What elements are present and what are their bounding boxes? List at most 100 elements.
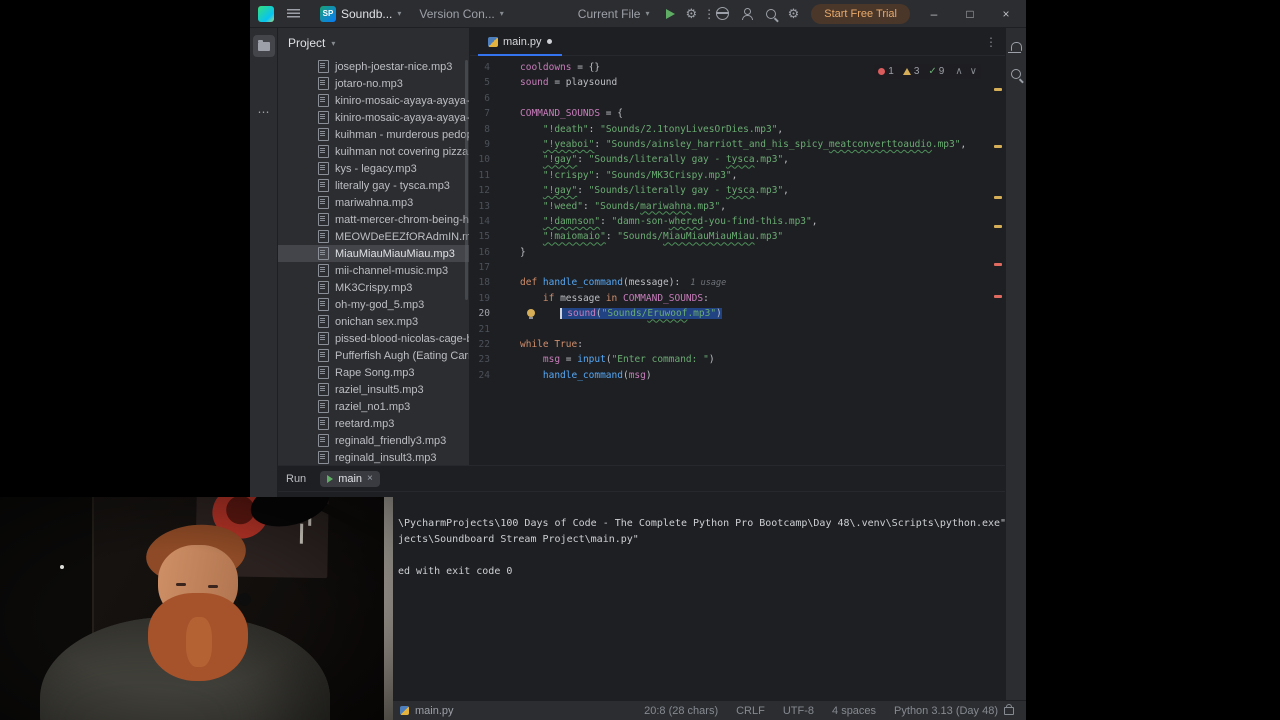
- notifications-bell-icon[interactable]: [1008, 42, 1022, 53]
- code-line[interactable]: 12 "!gay": "Sounds/literally gay - tysca…: [470, 183, 1005, 198]
- code-line[interactable]: 17: [470, 260, 1005, 275]
- more-tools-button[interactable]: ⋯: [253, 101, 275, 123]
- code-line[interactable]: 14 "!damnson": "damn-son-whered-you-find…: [470, 214, 1005, 229]
- project-file[interactable]: MEOWDeEEZfORAdmIN.mp3: [278, 228, 469, 245]
- lock-icon[interactable]: [1004, 703, 1014, 715]
- structure-tool-button[interactable]: [253, 68, 275, 90]
- code-line[interactable]: 7 COMMAND_SOUNDS = {: [470, 106, 1005, 121]
- project-file[interactable]: raziel_no1.mp3: [278, 398, 469, 415]
- code-line[interactable]: 13 "!weed": "Sounds/mariwahna.mp3",: [470, 199, 1005, 214]
- line-number[interactable]: 5: [470, 75, 520, 90]
- project-file[interactable]: mii-channel-music.mp3: [278, 262, 469, 279]
- line-number[interactable]: 21: [470, 322, 520, 337]
- start-free-trial-button[interactable]: Start Free Trial: [811, 3, 910, 24]
- errors-indicator[interactable]: 1: [878, 66, 894, 77]
- project-file[interactable]: onichan sex.mp3: [278, 313, 469, 330]
- line-number[interactable]: 14: [470, 214, 520, 229]
- tab-main-py[interactable]: main.py: [478, 28, 562, 56]
- project-file[interactable]: raziel_insult5.mp3: [278, 381, 469, 398]
- line-number[interactable]: 6: [470, 91, 520, 106]
- project-file[interactable]: MiauMiauMiauMiau.mp3: [278, 245, 469, 262]
- run-tab-main[interactable]: main ×: [320, 470, 380, 487]
- next-problem-icon[interactable]: ∨: [970, 66, 977, 77]
- code-line[interactable]: 15 "!maiomaio": "Sounds/MiauMiauMiauMiau…: [470, 229, 1005, 244]
- stripe-mark[interactable]: [994, 196, 1002, 199]
- status-item[interactable]: Python 3.13 (Day 48): [894, 705, 998, 717]
- project-file[interactable]: pissed-blood-nicolas-cage-be: [278, 330, 469, 347]
- stripe-mark[interactable]: [994, 225, 1002, 228]
- code-line[interactable]: 11 "!crispy": "Sounds/MK3Crispy.mp3",: [470, 168, 1005, 183]
- maximize-button[interactable]: □: [958, 7, 982, 21]
- more-actions-icon[interactable]: ⋮: [703, 7, 715, 21]
- project-scrollbar[interactable]: [465, 60, 468, 300]
- status-item[interactable]: 20:8 (28 chars): [644, 705, 718, 717]
- tab-options-icon[interactable]: ⋮: [985, 35, 997, 49]
- close-tab-icon[interactable]: ×: [367, 473, 373, 484]
- line-number[interactable]: 10: [470, 152, 520, 167]
- project-file[interactable]: MK3Crispy.mp3: [278, 279, 469, 296]
- find-tool-icon[interactable]: [1011, 69, 1021, 79]
- project-file[interactable]: kiniro-mosaic-ayaya-ayaya-aya: [278, 92, 469, 109]
- inspection-widget[interactable]: 1 3 ✓ 9 ∧ ∨: [874, 64, 981, 79]
- run-options-icon[interactable]: ⚙: [685, 7, 697, 20]
- run-button[interactable]: [666, 8, 676, 19]
- project-file[interactable]: kys - legacy.mp3: [278, 160, 469, 177]
- project-file[interactable]: reginald_friendly3.mp3: [278, 432, 469, 449]
- line-number[interactable]: 16: [470, 245, 520, 260]
- status-item[interactable]: UTF-8: [783, 705, 814, 717]
- close-button[interactable]: ×: [994, 7, 1018, 21]
- line-number[interactable]: 8: [470, 122, 520, 137]
- stripe-mark[interactable]: [994, 295, 1002, 298]
- line-number[interactable]: 22: [470, 337, 520, 352]
- project-file[interactable]: reginald_insult3.mp3: [278, 449, 469, 465]
- code-line[interactable]: 18 def handle_command(message): 1 usage: [470, 275, 1005, 290]
- code-line[interactable]: 21: [470, 322, 1005, 337]
- line-number[interactable]: 23: [470, 352, 520, 367]
- line-number[interactable]: 24: [470, 368, 520, 383]
- code-line[interactable]: 24 handle_command(msg): [470, 368, 1005, 383]
- project-panel-header[interactable]: Project ▾: [278, 28, 469, 58]
- line-number[interactable]: 9: [470, 137, 520, 152]
- project-file[interactable]: joseph-joestar-nice.mp3: [278, 58, 469, 75]
- vcs-widget[interactable]: Version Con... ▾: [412, 4, 510, 24]
- line-number[interactable]: 13: [470, 199, 520, 214]
- status-item[interactable]: CRLF: [736, 705, 765, 717]
- code-line[interactable]: 22 while True:: [470, 337, 1005, 352]
- typos-indicator[interactable]: ✓ 9: [928, 66, 944, 77]
- project-file[interactable]: kuihman - murderous pedoph: [278, 126, 469, 143]
- code-line[interactable]: 6: [470, 91, 1005, 106]
- line-number[interactable]: 11: [470, 168, 520, 183]
- line-number[interactable]: 17: [470, 260, 520, 275]
- run-config-widget[interactable]: Current File ▾: [571, 4, 657, 24]
- minimize-button[interactable]: –: [922, 7, 946, 21]
- project-file[interactable]: Pufferfish Augh (Eating Carrot: [278, 347, 469, 364]
- code-line[interactable]: 8 "!death": "Sounds/2.1tonyLivesOrDies.m…: [470, 122, 1005, 137]
- warnings-indicator[interactable]: 3: [902, 66, 919, 77]
- project-tool-button[interactable]: [252, 35, 275, 57]
- status-item[interactable]: 4 spaces: [832, 705, 876, 717]
- line-number[interactable]: 7: [470, 106, 520, 121]
- project-file[interactable]: mariwahna.mp3: [278, 194, 469, 211]
- globe-icon[interactable]: [715, 7, 729, 20]
- project-file[interactable]: kiniro-mosaic-ayaya-ayaya-Hd: [278, 109, 469, 126]
- code-line[interactable]: 9 "!yeaboi": "Sounds/ainsley_harriott_an…: [470, 137, 1005, 152]
- project-file[interactable]: jotaro-no.mp3: [278, 75, 469, 92]
- project-file[interactable]: matt-mercer-chrom-being-he: [278, 211, 469, 228]
- stripe-mark[interactable]: [994, 88, 1002, 91]
- status-file[interactable]: main.py: [400, 705, 454, 717]
- code-line[interactable]: 19 if message in COMMAND_SOUNDS:: [470, 291, 1005, 306]
- search-icon[interactable]: [765, 8, 776, 19]
- line-number[interactable]: 4: [470, 60, 520, 75]
- code-line[interactable]: 10 "!gay": "Sounds/literally gay - tysca…: [470, 152, 1005, 167]
- line-number[interactable]: 12: [470, 183, 520, 198]
- code-line[interactable]: 16}: [470, 245, 1005, 260]
- prev-problem-icon[interactable]: ∧: [955, 66, 962, 77]
- project-file[interactable]: kuihman not covering pizza cl: [278, 143, 469, 160]
- project-file[interactable]: oh-my-god_5.mp3: [278, 296, 469, 313]
- line-number[interactable]: 20: [470, 306, 520, 321]
- main-menu-icon[interactable]: [287, 9, 300, 18]
- stripe-mark[interactable]: [994, 145, 1002, 148]
- code-pane[interactable]: 1 3 ✓ 9 ∧ ∨ 4 cooldowns = {} 5 sound = p…: [470, 56, 1005, 465]
- stripe-mark[interactable]: [994, 263, 1002, 266]
- code-line[interactable]: 23 msg = input("Enter command: "): [470, 352, 1005, 367]
